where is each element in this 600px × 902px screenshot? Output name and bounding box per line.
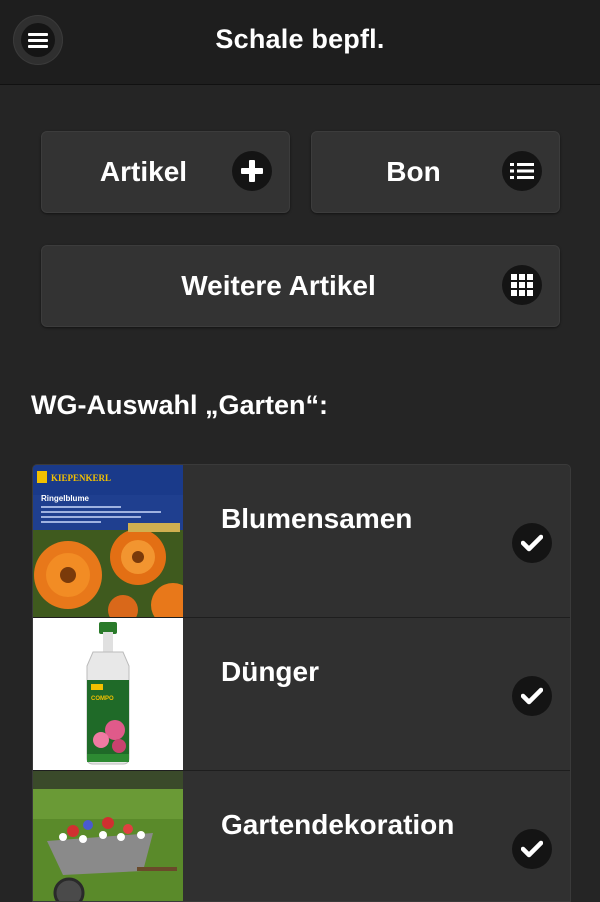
weitere-artikel-button[interactable]: Weitere Artikel [41, 245, 560, 327]
bon-button[interactable]: Bon [311, 131, 560, 213]
artikel-label: Artikel [99, 156, 188, 187]
seed-packet-image: KIEPENKERL Ringelblume [33, 465, 183, 617]
item-label: Dünger [221, 656, 319, 687]
plus-icon [232, 151, 272, 191]
thumb-brand-text: COMPO [91, 696, 114, 702]
list-icon [502, 151, 542, 191]
fertilizer-bottle-image: COMPO [33, 618, 183, 770]
weitere-artikel-label: Weitere Artikel [181, 270, 376, 301]
garden-decoration-image [33, 771, 183, 901]
add-artikel-button[interactable]: Artikel [41, 131, 290, 213]
category-list: KIEPENKERL Ringelblume Blumensamen COMPO… [32, 464, 571, 902]
header-bar: Schale bepfl. [0, 0, 600, 85]
page-title: Schale bepfl. [215, 24, 385, 54]
list-item-duenger[interactable]: COMPO Dünger [33, 618, 570, 771]
list-item-blumensamen[interactable]: KIEPENKERL Ringelblume Blumensamen [33, 465, 570, 618]
thumb-product-text: Ringelblume [41, 494, 90, 503]
section-title: WG-Auswahl „Garten“: [31, 390, 329, 420]
item-label: Gartendekoration [221, 809, 455, 840]
grid-icon [502, 265, 542, 305]
check-icon [512, 829, 552, 869]
bon-label: Bon [386, 156, 441, 187]
thumb-brand-text: KIEPENKERL [51, 473, 111, 483]
check-icon [512, 523, 552, 563]
check-icon [512, 676, 552, 716]
item-label: Blumensamen [221, 503, 413, 534]
list-item-gartendekoration[interactable]: Gartendekoration [33, 771, 570, 901]
